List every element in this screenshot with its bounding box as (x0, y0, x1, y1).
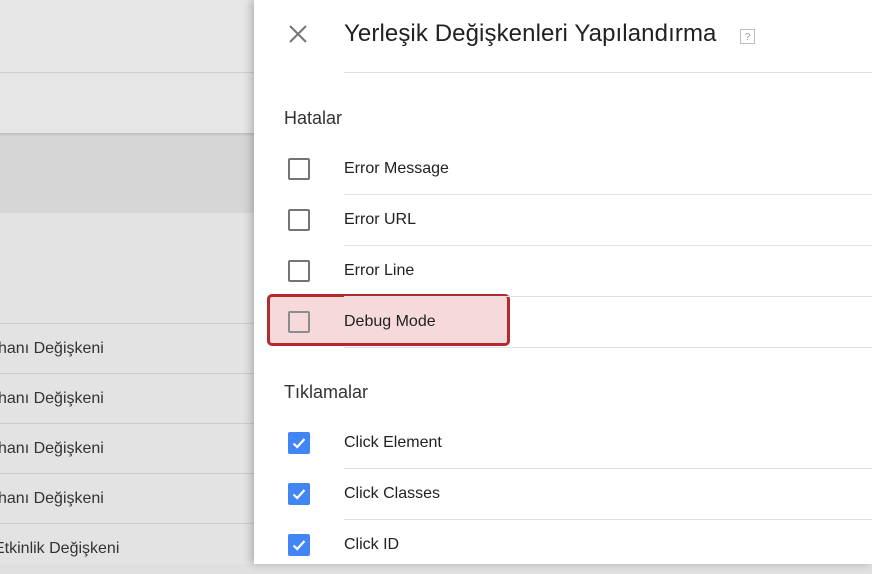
background-header (0, 0, 260, 133)
checkbox[interactable] (288, 260, 310, 282)
background-row-label: hanı Değişkeni (0, 490, 104, 507)
background-row[interactable]: hanı Değişkeni (0, 323, 260, 374)
background-row-label: hanı Değişkeni (0, 440, 104, 457)
checkbox-label: Error URL (344, 211, 417, 228)
checkbox-label: Error Message (344, 160, 449, 177)
background-band (0, 137, 260, 213)
checkbox[interactable] (288, 311, 310, 333)
configure-builtin-variables-panel: Yerleşik Değişkenleri Yapılandırma ? Hat… (254, 0, 872, 564)
checkbox-item-error-message[interactable]: Error Message (254, 144, 872, 195)
close-icon (289, 25, 307, 43)
header-divider (344, 72, 872, 73)
row-divider (344, 347, 872, 348)
checkbox[interactable] (288, 534, 310, 556)
background-row[interactable]: hanı Değişkeni (0, 423, 260, 474)
section-title-errors: Hatalar (284, 108, 343, 128)
checkbox[interactable] (288, 158, 310, 180)
background-list: hanı Değişkeni hanı Değişkeni hanı Değiş… (0, 213, 260, 564)
help-icon[interactable]: ? (740, 29, 755, 44)
checkbox[interactable] (288, 432, 310, 454)
background-divider (0, 72, 260, 73)
checkbox-item-debug-mode[interactable]: Debug Mode (254, 297, 872, 348)
checkbox-label: Click Element (344, 434, 442, 451)
checkbox-item-error-url[interactable]: Error URL (254, 195, 872, 246)
background-row[interactable]: hanı Değişkeni (0, 473, 260, 524)
background-row[interactable]: Etkinlik Değişkeni (0, 523, 260, 574)
checkbox-label: Click ID (344, 536, 400, 553)
checkbox[interactable] (288, 209, 310, 231)
background-row-label: hanı Değişkeni (0, 340, 104, 357)
panel-title: Yerleşik Değişkenleri Yapılandırma (344, 20, 717, 47)
checkmark-icon (292, 489, 306, 500)
background-row-label: hanı Değişkeni (0, 390, 104, 407)
checkbox-label: Debug Mode (344, 313, 436, 330)
checkbox-label: Click Classes (344, 485, 441, 502)
checkmark-icon (292, 438, 306, 449)
checkbox-item-click-id[interactable]: Click ID (254, 520, 872, 571)
checkbox-item-error-line[interactable]: Error Line (254, 246, 872, 297)
close-button[interactable] (282, 18, 314, 50)
background-row[interactable]: hanı Değişkeni (0, 373, 260, 424)
checkbox-item-click-classes[interactable]: Click Classes (254, 469, 872, 520)
section-title-clicks: Tıklamalar (284, 382, 369, 402)
checkbox[interactable] (288, 483, 310, 505)
checkbox-item-click-element[interactable]: Click Element (254, 418, 872, 469)
checkmark-icon (292, 540, 306, 551)
checkbox-label: Error Line (344, 262, 415, 279)
background-row-label: Etkinlik Değişkeni (0, 540, 120, 557)
